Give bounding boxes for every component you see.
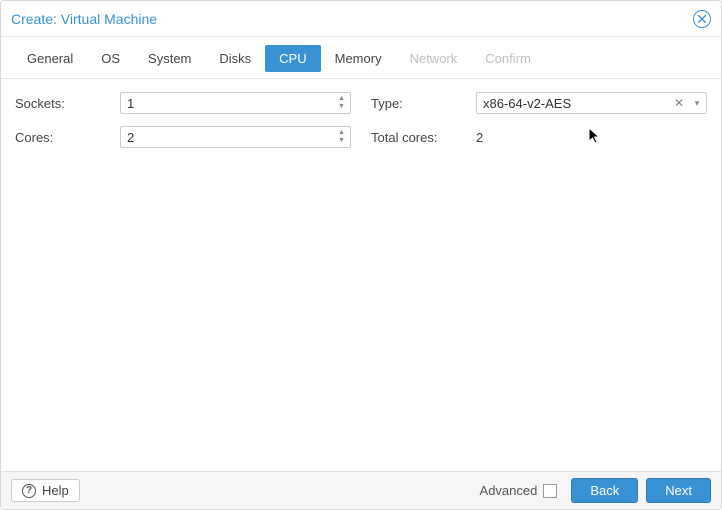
- wizard-tabs: General OS System Disks CPU Memory Netwo…: [1, 37, 721, 79]
- tab-confirm: Confirm: [471, 45, 545, 72]
- sockets-spinner[interactable]: ▲ ▼: [120, 92, 351, 114]
- tab-memory[interactable]: Memory: [321, 45, 396, 72]
- chevron-down-icon[interactable]: ▼: [338, 137, 345, 145]
- tab-network: Network: [396, 45, 472, 72]
- dialog-title: Create: Virtual Machine: [11, 11, 693, 27]
- tab-cpu[interactable]: CPU: [265, 45, 320, 72]
- help-icon: ?: [22, 484, 36, 498]
- totalcores-label: Total cores:: [371, 130, 476, 145]
- titlebar: Create: Virtual Machine: [1, 1, 721, 37]
- close-icon[interactable]: [693, 10, 711, 28]
- advanced-label: Advanced: [480, 483, 538, 498]
- cores-input[interactable]: [121, 127, 332, 147]
- cores-label: Cores:: [15, 130, 120, 145]
- help-label: Help: [42, 483, 69, 498]
- tab-general[interactable]: General: [13, 45, 87, 72]
- tab-os[interactable]: OS: [87, 45, 134, 72]
- advanced-checkbox[interactable]: [543, 484, 557, 498]
- chevron-up-icon[interactable]: ▲: [338, 129, 345, 137]
- cores-spinner[interactable]: ▲ ▼: [120, 126, 351, 148]
- next-button[interactable]: Next: [646, 478, 711, 503]
- totalcores-value: 2: [476, 130, 483, 145]
- left-column: Sockets: ▲ ▼ Cores: ▲ ▼: [15, 91, 351, 459]
- sockets-row: Sockets: ▲ ▼: [15, 91, 351, 115]
- help-button[interactable]: ? Help: [11, 479, 80, 502]
- sockets-label: Sockets:: [15, 96, 120, 111]
- sockets-input[interactable]: [121, 93, 332, 113]
- advanced-toggle[interactable]: Advanced: [480, 483, 558, 498]
- footer: ? Help Advanced Back Next: [1, 471, 721, 509]
- clear-icon[interactable]: ✕: [670, 96, 688, 110]
- chevron-up-icon[interactable]: ▲: [338, 95, 345, 103]
- cores-stepper[interactable]: ▲ ▼: [332, 129, 350, 145]
- tab-system[interactable]: System: [134, 45, 205, 72]
- type-input[interactable]: [477, 93, 670, 113]
- right-column: Type: ✕ ▾ Total cores: 2: [371, 91, 707, 459]
- vm-create-dialog: Create: Virtual Machine General OS Syste…: [0, 0, 722, 510]
- cores-row: Cores: ▲ ▼: [15, 125, 351, 149]
- sockets-stepper[interactable]: ▲ ▼: [332, 95, 350, 111]
- totalcores-row: Total cores: 2: [371, 125, 707, 149]
- tab-disks[interactable]: Disks: [205, 45, 265, 72]
- type-combo[interactable]: ✕ ▾: [476, 92, 707, 114]
- type-row: Type: ✕ ▾: [371, 91, 707, 115]
- back-button[interactable]: Back: [571, 478, 638, 503]
- chevron-down-icon[interactable]: ▾: [688, 98, 706, 109]
- type-label: Type:: [371, 96, 476, 111]
- form-body: Sockets: ▲ ▼ Cores: ▲ ▼: [1, 79, 721, 471]
- chevron-down-icon[interactable]: ▼: [338, 103, 345, 111]
